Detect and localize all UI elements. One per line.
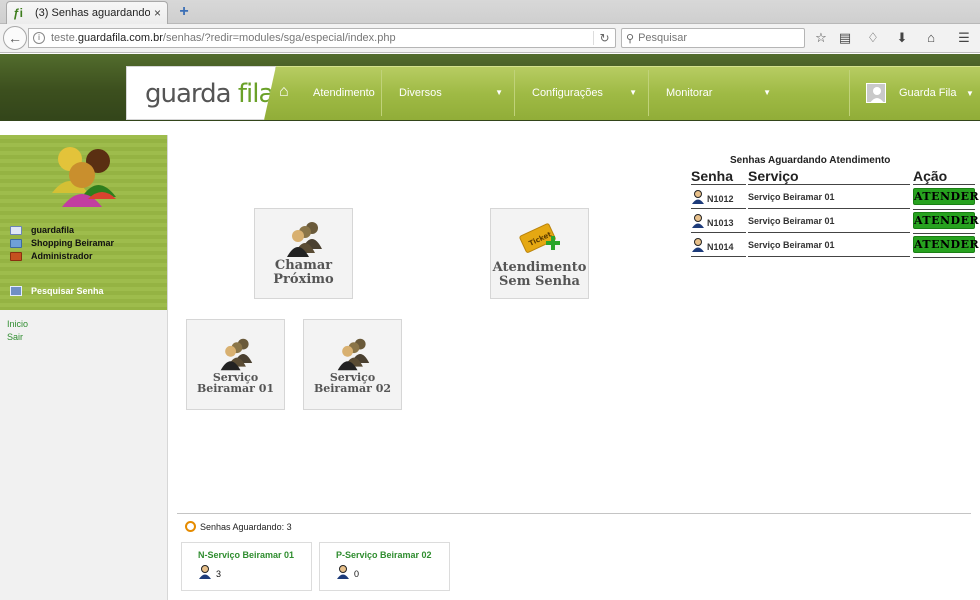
atender-button[interactable]: ATENDER xyxy=(913,212,979,229)
user-icon xyxy=(692,238,704,252)
column-header-senha: Senha xyxy=(691,168,746,185)
favicon-icon: ƒi xyxy=(13,6,24,20)
chevron-down-icon: ▼ xyxy=(495,88,503,97)
new-tab-icon[interactable]: + xyxy=(175,4,193,20)
call-next-button[interactable]: Chamar Próximo xyxy=(254,208,353,299)
user-icon xyxy=(199,565,211,579)
service-beiramar-01-button[interactable]: Serviço Beiramar 01 xyxy=(186,319,285,410)
navigation-bar: ← i teste.guardafila.com.br/senhas/?redi… xyxy=(0,24,980,53)
address-bar[interactable]: i teste.guardafila.com.br/senhas/?redir=… xyxy=(28,28,616,48)
atender-button[interactable]: ATENDER xyxy=(913,236,979,253)
download-icon[interactable]: ⬇ xyxy=(893,29,911,47)
menu-atendimento[interactable]: Atendimento xyxy=(297,66,381,120)
user-card-icon xyxy=(10,225,22,235)
user-icon xyxy=(692,190,704,204)
sidebar-user: guardafila xyxy=(10,225,74,235)
service-summary-card[interactable]: P-Serviço Beiramar 02 0 xyxy=(319,542,450,591)
people-queue-icon xyxy=(286,222,322,257)
tab-title: (3) Senhas aguardando ... xyxy=(35,7,150,19)
sidebar-profile-panel: guardafila Shopping Beiramar Administrad… xyxy=(0,135,167,310)
browser-tab[interactable]: ƒi (3) Senhas aguardando ... × xyxy=(6,1,168,24)
chevron-down-icon: ▼ xyxy=(629,88,637,97)
menu-configuracoes[interactable]: Configurações ▼ xyxy=(516,66,647,120)
people-group-icon xyxy=(52,147,116,207)
people-queue-icon xyxy=(220,338,252,371)
link-inicio[interactable]: Inicio xyxy=(7,319,28,329)
table-row-ticket: N1014 xyxy=(691,234,746,257)
search-icon xyxy=(185,521,196,532)
menu-hamburger-icon[interactable]: ☰ xyxy=(955,29,973,47)
close-tab-icon[interactable]: × xyxy=(154,6,161,20)
avatar[interactable] xyxy=(866,83,886,103)
column-header-servico: Serviço xyxy=(748,168,910,185)
user-icon xyxy=(692,214,704,228)
table-row-service: Serviço Beiramar 01 xyxy=(748,186,910,209)
search-icon: ⚲ xyxy=(626,32,635,45)
chevron-down-icon: ▼ xyxy=(763,88,771,97)
bookmark-star-icon[interactable]: ☆ xyxy=(812,29,830,47)
chevron-down-icon[interactable]: ▼ xyxy=(966,89,974,98)
sidebar-role: Administrador xyxy=(10,251,93,261)
menu-diversos[interactable]: Diversos ▼ xyxy=(383,66,513,120)
table-row-service: Serviço Beiramar 01 xyxy=(748,210,910,233)
people-queue-icon xyxy=(337,338,369,371)
url-text[interactable]: teste.guardafila.com.br/senhas/?redir=mo… xyxy=(51,32,593,44)
home-icon[interactable]: ⌂ xyxy=(279,84,295,100)
user-icon xyxy=(337,565,349,579)
logo[interactable]: guarda fila xyxy=(126,66,276,120)
sidebar-unit: Shopping Beiramar xyxy=(10,238,114,248)
service-beiramar-02-button[interactable]: Serviço Beiramar 02 xyxy=(303,319,402,410)
table-row-ticket: N1012 xyxy=(691,186,746,209)
waiting-summary: Senhas Aguardando: 3 xyxy=(185,521,292,532)
column-header-acao: Ação xyxy=(913,168,975,185)
search-input[interactable] xyxy=(638,32,799,44)
back-arrow-icon[interactable]: ← xyxy=(3,26,27,50)
people-icon xyxy=(10,238,22,248)
monitor-icon xyxy=(10,286,22,296)
menu-monitorar[interactable]: Monitorar ▼ xyxy=(650,66,781,120)
queue-title: Senhas Aguardando Atendimento xyxy=(730,155,891,166)
pocket-icon[interactable]: ♢ xyxy=(864,29,882,47)
briefcase-icon xyxy=(10,251,22,261)
service-summary-card[interactable]: N-Serviço Beiramar 01 3 xyxy=(181,542,312,591)
reading-list-icon[interactable]: ▤ xyxy=(836,29,854,47)
atender-button[interactable]: ATENDER xyxy=(913,188,979,205)
home-icon[interactable]: ⌂ xyxy=(922,29,940,47)
link-sair[interactable]: Sair xyxy=(7,332,23,342)
reload-icon[interactable]: ↻ xyxy=(593,31,615,45)
table-row-service: Serviço Beiramar 01 xyxy=(748,234,910,257)
sidebar: guardafila Shopping Beiramar Administrad… xyxy=(0,135,168,600)
tab-strip: ƒi (3) Senhas aguardando ... × + xyxy=(0,0,980,24)
search-ticket-link[interactable]: Pesquisar Senha xyxy=(10,286,104,296)
site-info-icon[interactable]: i xyxy=(33,32,45,44)
ticket-add-icon: Ticket xyxy=(518,223,560,253)
table-row-ticket: N1013 xyxy=(691,210,746,233)
divider xyxy=(177,513,971,514)
user-name[interactable]: Guarda Fila xyxy=(899,87,956,99)
no-ticket-service-button[interactable]: Ticket Atendimento Sem Senha xyxy=(490,208,589,299)
search-box[interactable]: ⚲ xyxy=(621,28,805,48)
